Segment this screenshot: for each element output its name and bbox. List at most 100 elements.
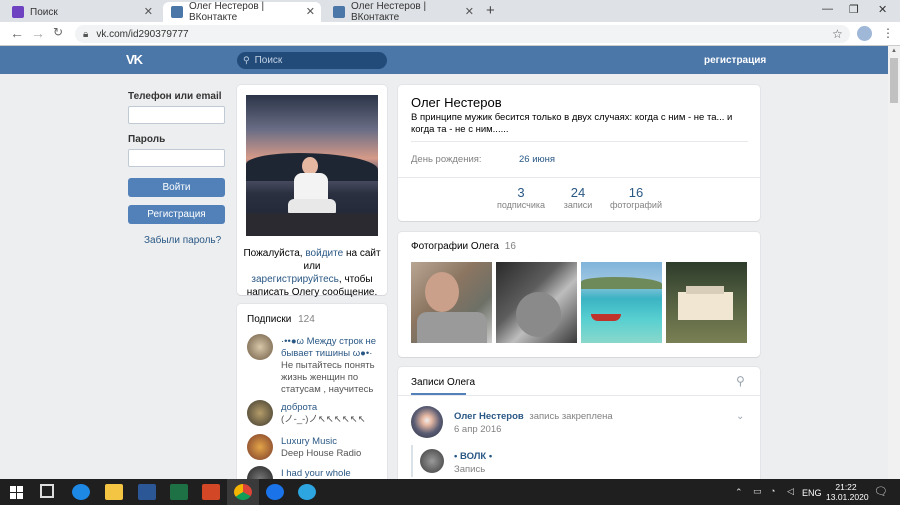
divider [398,395,760,396]
photo-thumbnail[interactable] [581,262,662,343]
menu-dots-icon[interactable]: ⋮ [882,26,894,40]
scroll-thumb[interactable] [890,58,898,103]
wall-tab[interactable]: Записи Олега [411,377,475,388]
close-window-icon[interactable]: ✕ [878,3,887,16]
profile-info-card: Олег Нестеров В принципе мужик бесится т… [398,85,760,221]
avatar[interactable] [247,334,273,360]
subscription-name[interactable]: ·••●ω Между строк не бывает тишины ω●•· [281,336,381,360]
phone-input[interactable] [128,106,225,124]
island-shape [581,277,662,289]
avatar-card: Пожалуйста, войдите на сайт или зарегист… [237,85,387,298]
list-item: ·••●ω Между строк не бывает тишины ω●•· … [281,336,381,396]
avatar[interactable] [411,406,443,438]
register-button[interactable]: Регистрация [128,205,225,224]
minimize-icon[interactable]: — [822,3,833,15]
new-tab-button[interactable]: + [486,2,495,19]
post-author[interactable]: Олег Нестеров [454,411,524,422]
tab-search[interactable]: Поиск ✕ [4,2,159,22]
language-indicator[interactable]: ENG [802,488,822,498]
password-input[interactable] [128,149,225,167]
volume-icon[interactable]: ◁ [787,486,794,497]
photos-card: Фотографии Олега 16 [398,232,760,357]
avatar[interactable] [247,400,273,426]
close-icon[interactable]: ✕ [144,5,153,18]
page-scrollbar[interactable]: ▲ [888,46,900,479]
subscriptions-count: 124 [298,314,315,325]
start-tile [17,486,23,492]
clock-time: 21:22 [835,482,857,492]
counter-value: 24 [570,185,586,200]
tab-vk-active[interactable]: Олег Нестеров | ВКонтакте ✕ [163,1,321,23]
ie-icon[interactable] [266,484,284,500]
search-placeholder: Поиск [254,55,283,66]
counter-followers[interactable]: 3 подписчика [491,185,551,210]
file-explorer-icon[interactable] [105,484,123,500]
avatar[interactable] [420,449,444,473]
clock[interactable]: 21:22 13.01.2020 [826,482,869,502]
close-icon[interactable]: ✕ [306,5,315,18]
start-tile [17,493,23,499]
post-pinned: запись закреплена [529,411,613,422]
back-icon[interactable]: ← [10,25,24,41]
subscriptions-header[interactable]: Подписки 124 [247,314,315,325]
task-view-icon[interactable] [40,484,54,498]
subscription-name[interactable]: Luxury Music [281,436,381,448]
chrome-icon[interactable] [234,484,252,500]
tab-vk[interactable]: Олег Нестеров | ВКонтакте ✕ [325,1,480,23]
profile-avatar-icon[interactable] [857,26,872,41]
edge-icon[interactable] [72,484,90,500]
counter-label: записи [563,200,593,210]
repost-author[interactable]: • ВОЛК • [454,451,492,462]
excel-icon[interactable] [170,484,188,500]
search-icon[interactable]: ⚲ [736,374,745,388]
avatar[interactable] [247,434,273,460]
prompt-text: Пожалуйста, [243,248,306,259]
repost-type: Запись [454,464,486,475]
post-date[interactable]: 6 апр 2016 [454,424,501,435]
chevron-up-icon[interactable]: ⌃ [735,487,743,498]
powerpoint-icon[interactable] [202,484,220,500]
windows-taskbar [0,479,900,505]
profile-photo[interactable] [246,95,378,236]
photo-thumbnail[interactable] [496,262,577,343]
battery-icon[interactable]: ▭ [753,486,762,497]
notification-icon[interactable]: 🗨︎ [874,485,888,498]
search-icon: ⚲ [243,55,250,65]
counter-photos[interactable]: 16 фотографий [606,185,666,210]
reload-icon[interactable]: ↻ [53,25,63,39]
photos-header[interactable]: Фотографии Олега 16 [411,241,516,252]
restore-icon[interactable]: ❐ [849,3,859,16]
vk-icon [333,6,345,18]
boat-shape [591,314,621,321]
divider [398,177,760,178]
photo-thumbnail[interactable] [666,262,747,343]
url-field[interactable]: 🔒︎ vk.com/id290379777 [75,25,850,43]
vk-logo[interactable]: VK [126,52,154,68]
subscription-name[interactable]: доброта [281,402,381,414]
windows-start-icon[interactable] [10,486,23,499]
word-icon[interactable] [138,484,156,500]
forward-icon[interactable]: → [31,25,45,41]
browser-tab-bar: Поиск ✕ Олег Нестеров | ВКонтакте ✕ Олег… [0,0,900,23]
signup-link[interactable]: зарегистрируйтесь [251,274,339,285]
register-link[interactable]: регистрация [704,55,766,66]
lock-icon: 🔒︎ [83,28,89,40]
photo-thumbnail[interactable] [411,262,492,343]
phone-label: Телефон или email [128,91,222,102]
start-tile [10,486,16,492]
network-icon[interactable]: ◔ [770,486,775,496]
chevron-down-icon[interactable]: ⌄ [736,411,744,422]
birthday-value[interactable]: 26 июня [519,154,555,165]
login-button[interactable]: Войти [128,178,225,197]
login-link[interactable]: войдите [305,248,343,259]
close-icon[interactable]: ✕ [465,5,474,18]
counter-posts[interactable]: 24 записи [553,185,603,210]
telegram-icon[interactable] [298,484,316,500]
face-shape [425,272,459,312]
bookmark-star-icon[interactable]: ☆ [832,27,843,41]
forgot-password-link[interactable]: Забыли пароль? [144,235,221,246]
tab-title: Поиск [30,6,58,18]
search-input[interactable]: ⚲ Поиск [237,52,387,69]
tab-title: Олег Нестеров | ВКонтакте [189,1,265,23]
scroll-up-icon[interactable]: ▲ [891,48,897,54]
